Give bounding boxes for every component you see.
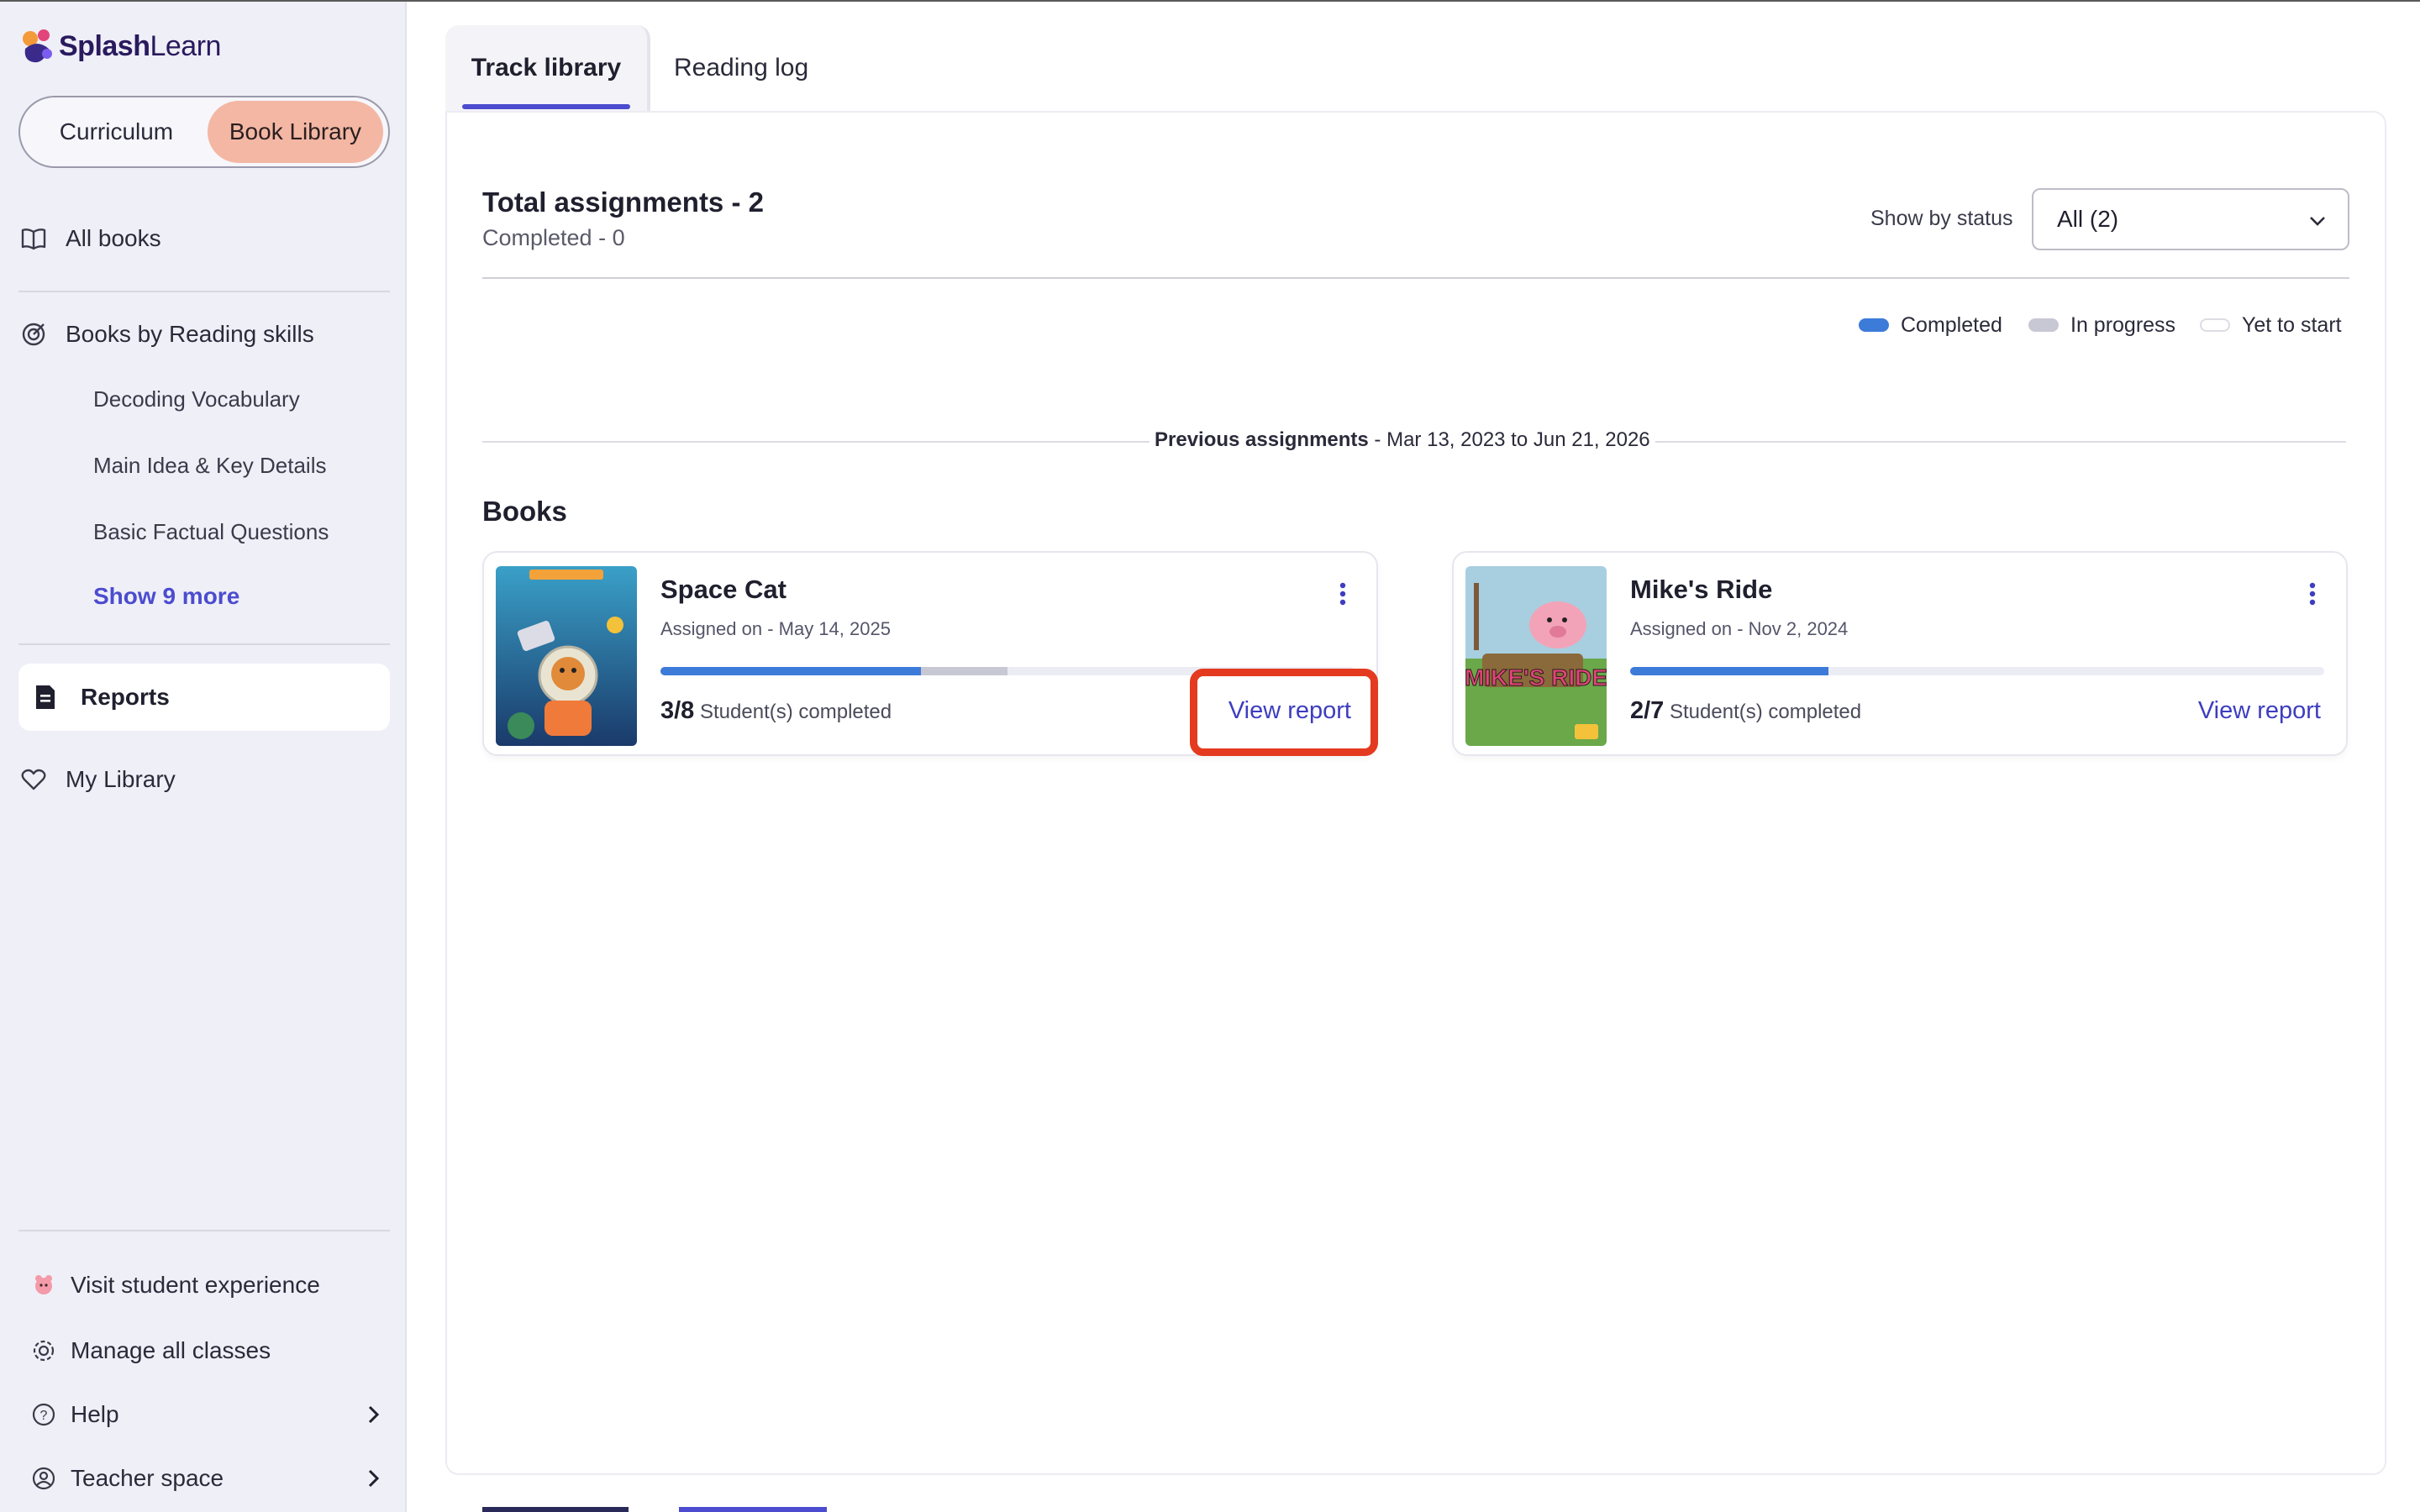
book-library-segment[interactable]: Book Library	[207, 101, 383, 163]
sidebar-item-my-library[interactable]: My Library	[18, 764, 176, 795]
splashlearn-logo[interactable]: SplashLearn	[18, 25, 221, 67]
show-by-status-label: Show by status	[1870, 207, 2013, 230]
student-avatar-icon	[30, 1272, 57, 1299]
book-title[interactable]: Mike's Ride	[1630, 575, 1772, 605]
book-title[interactable]: Space Cat	[660, 575, 786, 605]
sidebar-divider	[18, 1230, 390, 1231]
status-filter-value: All (2)	[2057, 206, 2119, 232]
manage-all-classes-link[interactable]: Manage all classes	[30, 1337, 271, 1364]
legend-label: Completed	[1901, 312, 2002, 337]
heart-icon	[18, 764, 49, 795]
tab-track-library[interactable]: Track library	[445, 25, 650, 111]
view-report-link[interactable]: View report	[2198, 697, 2321, 725]
report-document-icon	[30, 682, 60, 712]
active-tab-indicator	[462, 104, 630, 109]
book-card-mikes-ride: MIKE'S RIDE Mike's Ride Assigned on - No…	[1452, 551, 2348, 756]
completion-progress-bar	[1630, 667, 2324, 675]
legend-yet-to-start: Yet to start	[2200, 312, 2342, 338]
tab-reading-log[interactable]: Reading log	[650, 25, 832, 111]
completed-count: Completed - 0	[482, 225, 625, 250]
teacher-space-label: Teacher space	[71, 1465, 224, 1491]
legend-swatch-yet-to-start	[2200, 318, 2230, 332]
more-options-icon[interactable]	[2307, 581, 2317, 606]
completed-label: Student(s) completed	[694, 701, 892, 723]
completed-fraction: 3/8	[660, 697, 695, 724]
progress-completed	[660, 667, 921, 675]
legend-swatch-completed	[1859, 318, 1889, 332]
sidebar-item-reports[interactable]: Reports	[18, 664, 390, 731]
previous-assignments-dates: - Mar 13, 2023 to Jun 21, 2026	[1368, 428, 1650, 451]
legend-swatch-in-progress	[2028, 318, 2059, 332]
help-menu[interactable]: ? Help	[30, 1401, 383, 1428]
legend-label: Yet to start	[2242, 312, 2342, 337]
splashlearn-logo-icon	[23, 29, 52, 63]
help-circle-icon: ?	[30, 1401, 57, 1428]
section-switcher: Curriculum Book Library	[18, 96, 390, 168]
students-completed: 3/8 Student(s) completed	[660, 697, 892, 725]
partial-element	[679, 1507, 827, 1512]
chevron-down-icon	[2310, 217, 2325, 226]
cover-title-text: MIKE'S RIDE	[1465, 664, 1607, 690]
sidebar-subitem-basic-factual[interactable]: Basic Factual Questions	[93, 519, 329, 545]
chevron-right-icon	[368, 1469, 380, 1488]
more-options-icon[interactable]	[1338, 581, 1348, 606]
sidebar-item-label: Books by Reading skills	[66, 321, 314, 347]
book-cover-mikes-ride[interactable]: MIKE'S RIDE	[1465, 566, 1607, 746]
help-label: Help	[71, 1401, 119, 1427]
completed-fraction: 2/7	[1630, 697, 1665, 724]
legend-in-progress: In progress	[2028, 312, 2175, 338]
manage-classes-label: Manage all classes	[71, 1337, 271, 1363]
status-filter-select[interactable]: All (2)	[2032, 188, 2349, 250]
brand-name: SplashLearn	[59, 29, 221, 62]
legend-completed: Completed	[1859, 312, 2002, 338]
svg-text:?: ?	[40, 1409, 48, 1423]
visit-student-label: Visit student experience	[71, 1272, 320, 1298]
view-report-link[interactable]: View report	[1228, 697, 1351, 725]
user-circle-icon	[30, 1465, 57, 1492]
students-completed: 2/7 Student(s) completed	[1630, 697, 1861, 725]
sidebar-subitem-decoding-vocabulary[interactable]: Decoding Vocabulary	[93, 386, 300, 412]
completed-label: Student(s) completed	[1664, 701, 1862, 723]
previous-assignments-range: Previous assignments - Mar 13, 2023 to J…	[1150, 428, 1655, 452]
summary-divider	[482, 277, 2349, 279]
visit-student-experience-link[interactable]: Visit student experience	[30, 1272, 320, 1299]
teacher-space-menu[interactable]: Teacher space	[30, 1465, 383, 1492]
show-more-skills-link[interactable]: Show 9 more	[93, 583, 239, 610]
sidebar: SplashLearn Curriculum Book Library All …	[0, 2, 407, 1512]
book-cover-space-cat[interactable]	[496, 566, 637, 746]
sidebar-divider	[18, 291, 390, 292]
books-heading: Books	[482, 496, 567, 527]
total-assignments: Total assignments - 2	[482, 186, 764, 218]
sidebar-item-reading-skills[interactable]: Books by Reading skills	[18, 319, 314, 349]
curriculum-segment[interactable]: Curriculum	[25, 101, 208, 163]
previous-assignments-label: Previous assignments	[1155, 428, 1369, 451]
completion-progress-bar	[660, 667, 1355, 675]
tab-label: Track library	[471, 54, 622, 81]
pig-on-cart-cover-icon: MIKE'S RIDE	[1465, 566, 1607, 746]
open-book-icon	[18, 223, 49, 254]
gear-icon	[30, 1337, 57, 1364]
progress-completed	[1630, 667, 1828, 675]
legend-label: In progress	[2070, 312, 2176, 337]
sidebar-subitem-main-idea[interactable]: Main Idea & Key Details	[93, 453, 326, 479]
sidebar-item-label: Reports	[81, 684, 170, 710]
book-assigned-date: Assigned on - May 14, 2025	[660, 618, 891, 639]
book-card-space-cat: Space Cat Assigned on - May 14, 2025 3/8…	[482, 551, 1378, 756]
sidebar-item-label: All books	[66, 225, 161, 251]
astronaut-cat-cover-icon	[496, 566, 637, 746]
sidebar-item-all-books[interactable]: All books	[18, 223, 161, 254]
sidebar-item-label: My Library	[66, 766, 176, 792]
partial-element	[482, 1507, 629, 1512]
chevron-right-icon	[368, 1405, 380, 1424]
book-assigned-date: Assigned on - Nov 2, 2024	[1630, 618, 1849, 639]
sidebar-divider	[18, 643, 390, 645]
target-icon	[18, 319, 49, 349]
tab-bar: Track library Reading log	[445, 25, 832, 111]
